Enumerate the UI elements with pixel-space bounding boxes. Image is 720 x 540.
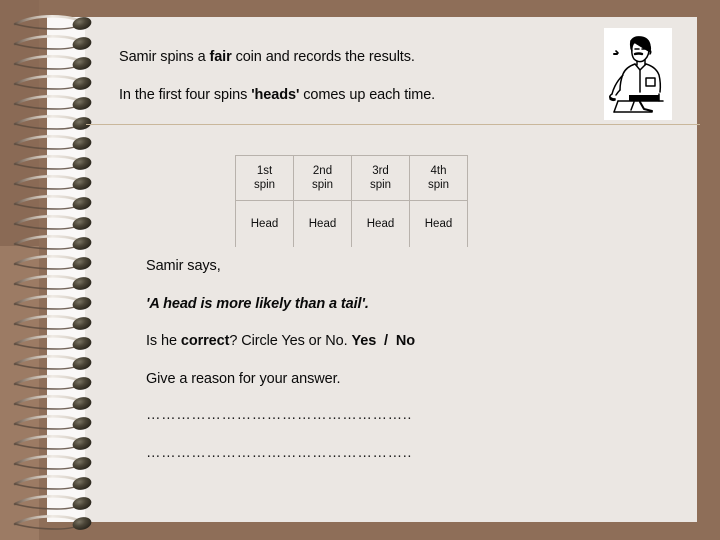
table-header-cell-3: 3rd spin — [351, 155, 410, 201]
table-header-1-line1: 1st — [256, 164, 273, 177]
give-a-reason-line: Give a reason for your answer. — [146, 370, 341, 387]
is-he-correct-part1: Is he — [146, 333, 181, 349]
intro-line-1-part2: coin and records the results. — [231, 49, 415, 65]
table-header-2-line2: spin — [311, 179, 334, 191]
is-he-correct-bold: correct — [180, 333, 230, 349]
coin-toss-illustration — [604, 28, 672, 120]
spin-results-table: 1st spin 2nd spin 3rd spin 4th spin Head… — [235, 155, 468, 247]
table-header-cell-1: 1st spin — [235, 155, 294, 201]
samir-says-line: Samir says, — [146, 258, 221, 274]
table-value-cell-2: Head — [293, 200, 352, 247]
intro-line-2: In the first four spins 'heads' comes up… — [119, 86, 589, 103]
table-row: Head Head Head Head — [235, 200, 468, 247]
table-value-cell-1: Head — [235, 200, 294, 247]
intro-line-1: Samir spins a fair coin and records the … — [119, 50, 589, 65]
table-header-cell-4: 4th spin — [409, 155, 468, 201]
table-header-row: 1st spin 2nd spin 3rd spin 4th spin — [235, 155, 468, 201]
table-value-cell-4: Head — [409, 200, 468, 247]
answer-option-no[interactable]: No — [396, 333, 415, 349]
intro-line-2-part2: comes up each time. — [299, 86, 436, 103]
table-value-cell-3: Head — [351, 200, 410, 247]
table-header-3-line2: spin — [369, 179, 392, 191]
answer-option-yes[interactable]: Yes — [351, 333, 376, 349]
notepad-page-margin — [47, 17, 85, 522]
intro-line-1-bold: fair — [209, 49, 232, 65]
coin-toss-drawing — [604, 28, 672, 120]
table-header-4-line1: 4th — [430, 164, 447, 177]
table-header-cell-2: 2nd spin — [293, 155, 352, 201]
background-right-band — [697, 0, 720, 540]
intro-line-2-part1: In the first four spins — [119, 86, 252, 103]
slide-canvas: Samir spins a fair coin and records the … — [0, 0, 720, 540]
table-header-3-line1: 3rd — [372, 164, 389, 177]
table-header-1-line2: spin — [253, 179, 276, 191]
intro-line-1-part1: Samir spins a — [119, 49, 210, 65]
answer-dotted-line-2[interactable]: …………………………………………….. — [146, 446, 606, 461]
samir-quote-line: 'A head is more likely than a tail'. — [146, 295, 369, 312]
background-left-upper-band — [0, 0, 39, 246]
is-he-correct-line: Is he correct? Circle Yes or No. Yes / N… — [146, 334, 616, 349]
answer-dotted-line-1[interactable]: …………………………………………….. — [146, 408, 606, 423]
is-he-correct-part2: ? Circle Yes or No. — [229, 333, 352, 349]
intro-line-2-bold: 'heads' — [251, 86, 300, 103]
header-divider — [86, 124, 700, 125]
table-header-4-line2: spin — [427, 179, 450, 191]
header-text-block: Samir spins a fair coin and records the … — [119, 50, 589, 102]
table-header-2-line1: 2nd — [312, 164, 333, 177]
question-block: Samir says, 'A head is more likely than … — [146, 259, 616, 460]
